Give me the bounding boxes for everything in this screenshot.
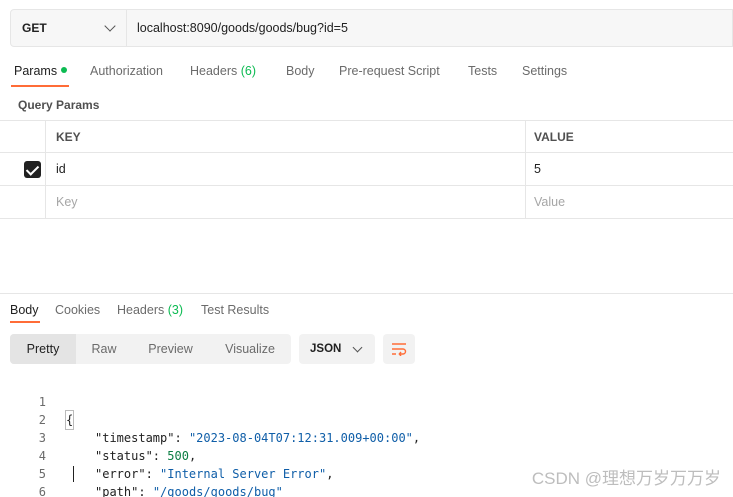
tab-cookies[interactable]: Cookies [55, 303, 100, 317]
tab-response-headers[interactable]: Headers (3) [117, 303, 183, 317]
view-mode-control: Pretty Raw Preview Visualize [10, 334, 291, 364]
json-quote: " [275, 485, 283, 497]
response-headers-count: (3) [167, 303, 184, 317]
path-link[interactable]: /goods/goods/bug [160, 485, 276, 497]
wrap-lines-icon [392, 343, 407, 356]
chevron-down-icon [352, 342, 363, 352]
tab-params[interactable]: Params [14, 64, 68, 78]
watermark: CSDN @理想万岁万万岁 [531, 469, 721, 488]
pane-divider[interactable] [0, 293, 733, 294]
view-raw[interactable]: Raw [76, 334, 132, 364]
format-select[interactable]: JSON [299, 334, 375, 364]
tab-authorization[interactable]: Authorization [90, 64, 163, 78]
new-key-input[interactable]: Key [56, 195, 78, 209]
code-line: 5 "path": "/goods/goods/bug" [0, 447, 733, 497]
header-check-cell [0, 121, 46, 152]
method-label: GET [22, 21, 47, 35]
code-text: "path": "/goods/goods/bug" [95, 485, 283, 497]
query-params-title: Query Params [18, 98, 100, 112]
table-row: id 5 [0, 153, 733, 186]
tab-test-results[interactable]: Test Results [201, 303, 269, 317]
view-visualize[interactable]: Visualize [209, 334, 291, 364]
format-label: JSON [310, 343, 342, 355]
response-tabs: Body Cookies Headers (3) Test Results [0, 300, 733, 326]
code-line: 3 "status": 500, [0, 411, 733, 463]
tab-body[interactable]: Body [286, 64, 315, 78]
text-caret [73, 466, 74, 482]
key-column-header: KEY [56, 130, 81, 144]
view-preview[interactable]: Preview [132, 334, 209, 364]
table-row-empty: Key Value [0, 186, 733, 219]
tab-response-headers-label: Headers [117, 303, 165, 317]
query-params-table: KEY VALUE id 5 Key Value [0, 120, 733, 219]
row-check-cell [0, 153, 46, 185]
method-select[interactable]: GET [11, 10, 127, 46]
chevron-down-icon [104, 20, 116, 32]
param-checkbox[interactable] [24, 161, 41, 178]
tab-params-label: Params [14, 64, 58, 78]
table-header-row: KEY VALUE [0, 120, 733, 153]
value-column-header: VALUE [525, 121, 733, 152]
active-response-tab-underline [10, 321, 40, 323]
request-tabs: Params Authorization Headers (6) Body Pr… [0, 58, 733, 88]
tab-tests[interactable]: Tests [468, 64, 497, 78]
tab-settings[interactable]: Settings [522, 64, 567, 78]
request-bar: GET localhost:8090/goods/goods/bug?id=5 [10, 9, 733, 47]
view-pretty[interactable]: Pretty [10, 334, 76, 364]
code-line: 4 "error": "Internal Server Error", [0, 429, 733, 481]
param-value[interactable]: 5 [525, 153, 733, 185]
param-key[interactable]: id [56, 162, 66, 176]
active-dot-icon [61, 67, 68, 73]
json-key: "path" [95, 485, 139, 497]
headers-count: (6) [240, 64, 257, 78]
json-quote: " [152, 485, 161, 497]
url-input[interactable]: localhost:8090/goods/goods/bug?id=5 [127, 10, 732, 46]
tab-headers[interactable]: Headers (6) [190, 64, 256, 78]
line-number: 6 [38, 485, 46, 497]
empty-check-cell [0, 186, 46, 218]
code-line: 2 "timestamp": "2023-08-04T07:12:31.009+… [0, 393, 733, 445]
new-value-input[interactable]: Value [525, 186, 733, 218]
wrap-lines-button[interactable] [383, 334, 415, 364]
tab-prerequest-script[interactable]: Pre-request Script [339, 64, 440, 78]
active-tab-underline [11, 85, 69, 87]
tab-headers-label: Headers [190, 64, 238, 78]
code-line: 1 { [0, 375, 733, 430]
tab-response-body[interactable]: Body [10, 303, 39, 317]
